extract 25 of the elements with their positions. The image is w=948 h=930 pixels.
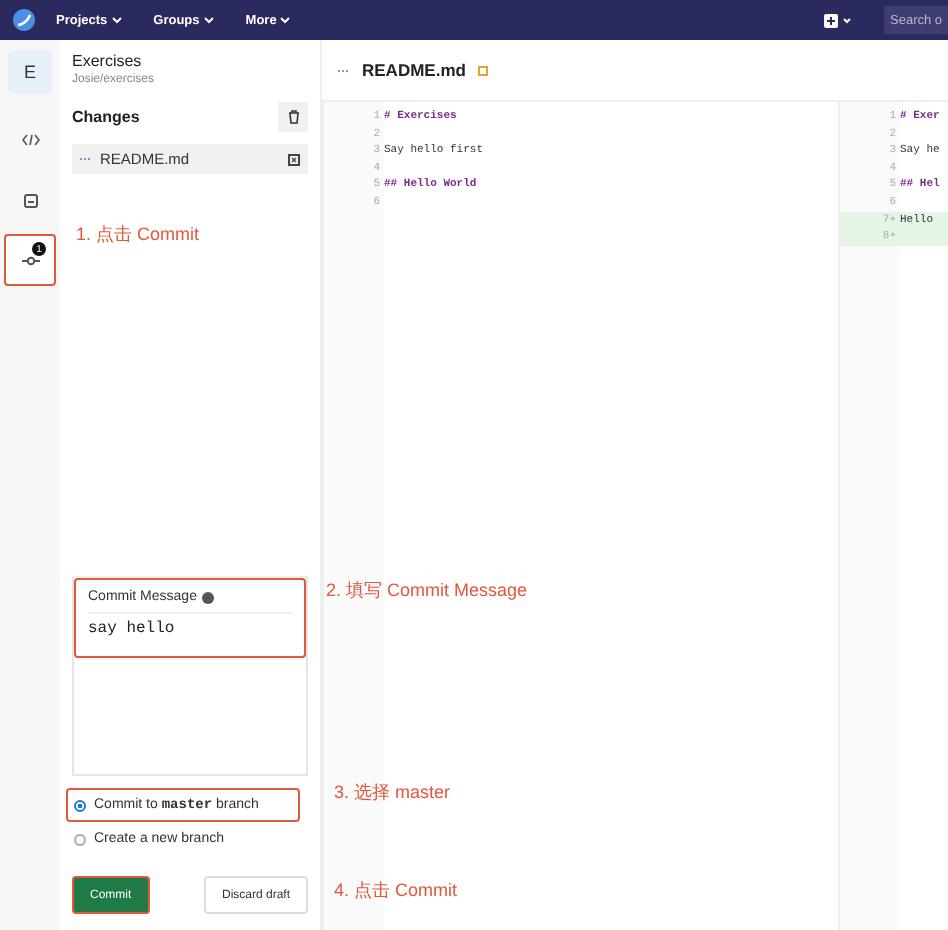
help-icon[interactable] bbox=[202, 591, 215, 603]
commit-message-input[interactable]: say hello bbox=[88, 612, 292, 638]
caret-icon bbox=[111, 16, 122, 24]
changes-title: Changes bbox=[72, 108, 140, 126]
plus-icon[interactable] bbox=[824, 13, 852, 27]
logo-icon[interactable] bbox=[12, 8, 36, 32]
file-title: README.md bbox=[362, 60, 466, 80]
annotation: 1. 点击 Commit bbox=[76, 222, 200, 248]
file-icon bbox=[338, 67, 350, 73]
file-icon bbox=[80, 156, 92, 162]
radio-icon[interactable] bbox=[74, 833, 86, 845]
annotation: 4. 点击 Commit bbox=[334, 878, 458, 904]
code-icon bbox=[21, 134, 39, 146]
trash-icon bbox=[287, 110, 299, 124]
project-name: Exercises bbox=[72, 52, 144, 70]
annotation: 2. 填写 Commit Message bbox=[326, 578, 528, 604]
caret-icon bbox=[203, 16, 214, 24]
project-avatar[interactable]: E bbox=[8, 50, 52, 94]
commit-icon bbox=[21, 255, 39, 265]
discard-all-button[interactable] bbox=[278, 102, 308, 132]
unstage-icon[interactable] bbox=[288, 153, 300, 165]
caret-icon bbox=[280, 16, 291, 24]
review-icon bbox=[23, 193, 37, 207]
annotation: 3. 选择 master bbox=[334, 780, 451, 806]
radio-icon[interactable] bbox=[74, 799, 86, 811]
